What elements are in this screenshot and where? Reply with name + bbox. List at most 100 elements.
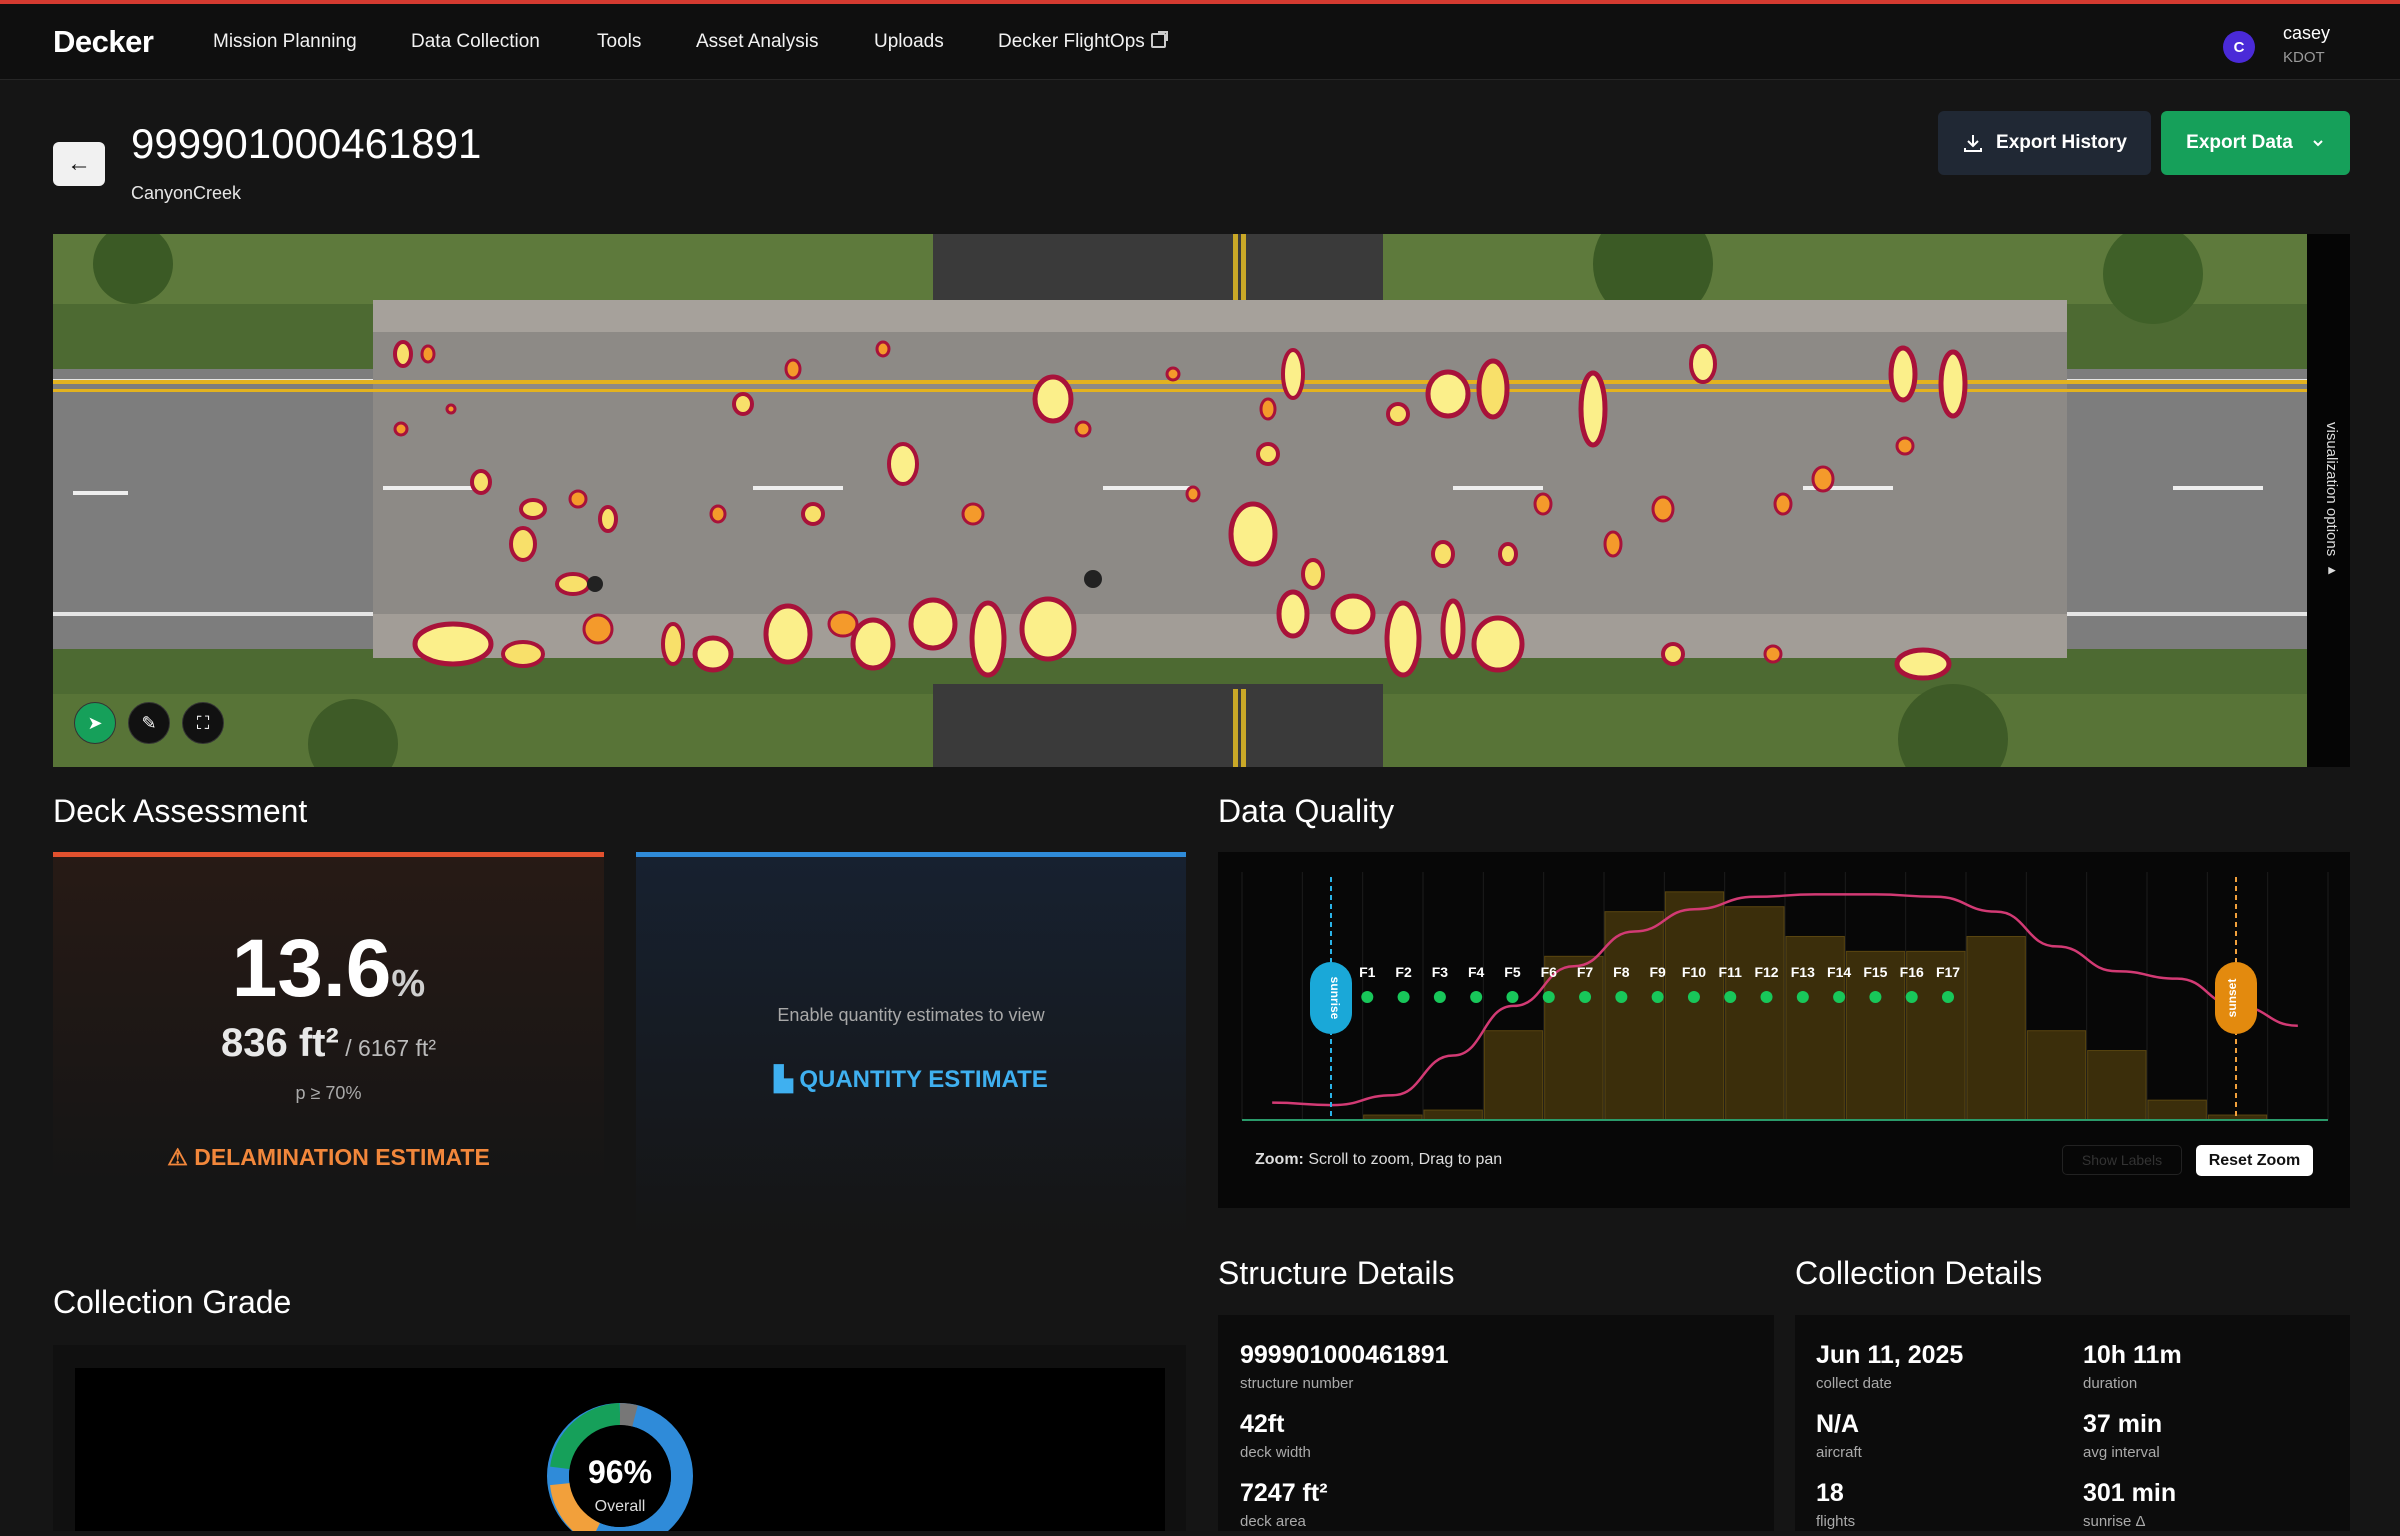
flight-dot [1651,991,1664,1003]
flight-label: F6 [1541,964,1558,980]
delamination-percent-value: 13.6 [231,923,392,1014]
delamination-card: 13.6% 836 ft² / 6167 ft² p ≥ 70% ⚠ DELAM… [53,852,604,1182]
back-button[interactable]: ← [53,142,105,186]
avg-interval-label: avg interval [2083,1444,2160,1461]
deck-area-value: 7247 ft² [1240,1479,1328,1507]
chart-bar [1483,1030,1544,1121]
structure-details-panel: 999901000461891 structure number 42ft de… [1218,1315,1774,1531]
delamination-area: 836 ft² / 6167 ft² [53,1021,604,1066]
zoom-hint-text: Scroll to zoom, Drag to pan [1303,1151,1503,1168]
reset-zoom-button[interactable]: Reset Zoom [2196,1145,2313,1176]
flight-label: F9 [1649,964,1666,980]
chart-bar [2147,1099,2207,1121]
deck-width-label: deck width [1240,1444,1311,1461]
chart-bar [2026,1030,2087,1121]
flight-label: F10 [1682,964,1706,980]
flight-label: F3 [1432,964,1449,980]
quantity-estimate-label[interactable]: ▙ QUANTITY ESTIMATE [636,1065,1186,1094]
pointer-icon: ➤ [87,712,103,733]
flight-label: F1 [1359,964,1376,980]
download-icon [1964,135,1983,152]
nav-data-collection[interactable]: Data Collection [411,31,540,53]
export-history-button[interactable]: Export History [1938,111,2151,175]
delamination-area-value: 836 ft² [221,1021,339,1065]
avatar[interactable]: C [2223,31,2255,63]
flight-dot [1542,991,1555,1003]
flight-label: F15 [1863,964,1887,980]
pencil-icon: ✎ [141,712,157,733]
flight-label: F12 [1754,964,1778,980]
aircraft-label: aircraft [1816,1444,1862,1461]
quantity-card[interactable]: Enable quantity estimates to view ▙ QUAN… [636,852,1186,1236]
flights-value: 18 [1816,1479,1844,1507]
collection-details-heading: Collection Details [1795,1255,2043,1291]
export-data-button[interactable]: Export Data [2161,111,2350,175]
collection-grade-heading: Collection Grade [53,1284,292,1320]
nav-uploads[interactable]: Uploads [874,31,944,53]
structure-number-value: 999901000461891 [1240,1341,1449,1369]
sunrise-delta-value: 301 min [2083,1479,2177,1507]
flight-dot [1361,991,1374,1003]
flight-label: F4 [1468,964,1485,980]
flight-dot [1470,991,1483,1003]
flight-label: F17 [1936,964,1960,980]
flight-dot [1397,991,1410,1003]
grade-score: 96% [587,1454,653,1490]
deck-map-view[interactable] [53,234,2307,767]
external-link-icon [1150,31,1168,48]
quantity-enable-hint: Enable quantity estimates to view [777,1005,1045,1025]
aircraft-value: N/A [1816,1410,1860,1438]
show-labels-button[interactable]: Show Labels [2062,1145,2182,1175]
collect-date-value: Jun 11, 2025 [1816,1341,1964,1369]
flight-dot [1942,991,1954,1003]
flight-dot [1687,991,1700,1003]
chart-bar [1966,935,2026,1121]
flight-dot [1506,991,1519,1003]
pointer-tool-button[interactable]: ➤ [74,702,116,744]
delamination-area-total: / 6167 ft² [338,1035,436,1061]
fullscreen-tool-button[interactable]: ⛶ [182,702,224,744]
nav-tools[interactable]: Tools [597,31,641,53]
deck-assessment-heading: Deck Assessment [53,793,308,829]
app-logo[interactable]: Decker [53,24,154,60]
duration-label: duration [2083,1375,2138,1392]
quantity-estimate-text: QUANTITY ESTIMATE [799,1066,1048,1093]
sunset-label: sunset [2225,979,2239,1018]
pencil-tool-button[interactable]: ✎ [128,702,170,744]
flights-label: flights [1816,1513,1856,1530]
collection-details-panel: Jun 11, 2025 collect date 10h 11m durati… [1795,1315,2350,1531]
flight-label: F16 [1900,964,1924,980]
nav-mission-planning[interactable]: Mission Planning [213,31,357,53]
data-quality-heading: Data Quality [1218,793,1395,829]
structure-details-heading: Structure Details [1218,1255,1455,1291]
export-history-label: Export History [1996,132,2127,153]
chart-bar [1664,891,1725,1121]
nav-asset-analysis[interactable]: Asset Analysis [696,31,819,53]
collection-grade-chart-area: 96% Overall [75,1368,1165,1536]
user-name[interactable]: casey [2283,23,2330,44]
flight-dot [1833,991,1846,1003]
flight-dot [1433,991,1446,1003]
chart-bar [1604,911,1664,1121]
flight-dot [1579,991,1592,1003]
delamination-estimate-label: ⚠ DELAMINATION ESTIMATE [53,1144,604,1171]
delamination-percent-unit: % [391,963,426,1005]
chart-bar [1544,955,1604,1121]
flight-dot [1869,991,1882,1003]
flight-label: F5 [1504,964,1521,980]
deck-width-value: 42ft [1240,1410,1285,1438]
flight-label: F7 [1577,964,1594,980]
delamination-percent: 13.6% [53,922,604,1016]
nav-flightops-label: Decker FlightOps [998,31,1145,52]
chart-bar [2087,1050,2147,1121]
deck-area-label: deck area [1240,1513,1306,1530]
flight-label: F11 [1719,964,1743,980]
arrow-left-icon: ← [67,150,91,177]
fullscreen-icon: ⛶ [196,712,210,733]
zoom-hint-bold: Zoom: [1255,1151,1304,1168]
chevron-down-icon [2313,140,2323,147]
export-data-label: Export Data [2186,132,2293,153]
delamination-estimate-text: DELAMINATION ESTIMATE [194,1144,490,1170]
nav-decker-flightops[interactable]: Decker FlightOps [998,31,1168,53]
flight-label: F14 [1827,964,1851,980]
